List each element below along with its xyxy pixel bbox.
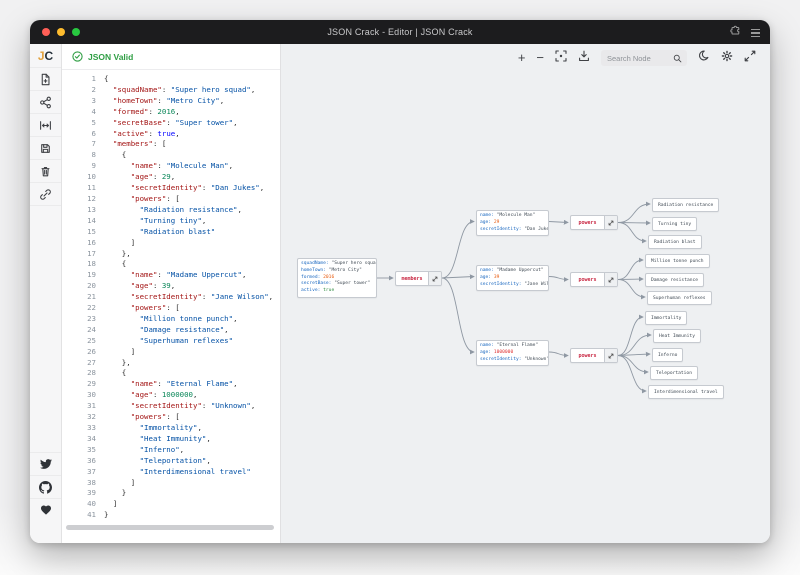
save-button[interactable] [30, 137, 61, 160]
minimize-window-button[interactable] [57, 28, 65, 36]
heart-icon [40, 505, 51, 515]
zoom-out-button[interactable]: − [536, 51, 544, 64]
new-document-icon [41, 73, 50, 85]
graph-node-leaf-11[interactable]: Interdimensional travel [648, 385, 724, 399]
collapse-icon [432, 276, 438, 281]
save-icon [41, 143, 50, 153]
share-icon [40, 96, 51, 108]
fit-width-button[interactable] [30, 114, 61, 137]
editor-status-bar: JSON Valid [62, 44, 280, 70]
graph-node-root[interactable]: squadName: "Super hero squad" homeTown: "… [297, 258, 377, 298]
delete-icon [41, 166, 50, 176]
node-label: members [401, 275, 423, 282]
graph-node-leaf-8[interactable]: Heat Immunity [653, 329, 701, 343]
search-icon [673, 54, 682, 62]
graph-node-leaf-1[interactable]: Radiation resistance [652, 198, 720, 212]
collapse-icon [608, 277, 614, 282]
new-document-button[interactable] [30, 68, 61, 91]
graph-node-members-0[interactable]: members [395, 271, 442, 286]
graph-toolbar: + − [518, 49, 756, 67]
search-node-box [601, 50, 687, 66]
link-icon [40, 188, 51, 200]
fit-width-icon [40, 120, 51, 130]
app-window: JSON Crack - Editor | JSON Crack JC JSON… [30, 20, 770, 543]
expand-icon [744, 50, 756, 62]
collapse-node-button[interactable] [428, 272, 441, 285]
share-button[interactable] [30, 91, 61, 114]
jsoncrack-logo[interactable]: JC [30, 44, 61, 68]
check-circle-icon [72, 51, 83, 62]
window-title: JSON Crack - Editor | JSON Crack [327, 27, 473, 37]
node-label: powers [578, 219, 597, 226]
json-source-text: { "squadName": "Super hero squad", "home… [104, 74, 274, 520]
search-node-input[interactable] [607, 53, 673, 63]
node-label: powers [578, 276, 597, 283]
graph-node-leaf-6[interactable]: Superhuman reflexes [647, 291, 712, 305]
graph-node-powers-3[interactable]: powers [570, 348, 618, 363]
collapse-node-button[interactable] [604, 349, 617, 362]
moon-icon [698, 50, 709, 61]
graph-node-member-3[interactable]: name: "Eternal Flame" age: 1000000 secretI… [476, 340, 549, 367]
graph-node-member-2[interactable]: name: "Madame Uppercut" age: 39 secretIden… [476, 265, 549, 292]
traffic-lights [42, 28, 80, 36]
graph-node-leaf-10[interactable]: Teleportation [650, 366, 698, 380]
graph-node-leaf-9[interactable]: Inferno [652, 348, 684, 362]
collapse-icon [608, 353, 614, 358]
graph-node-leaf-4[interactable]: Million tonne punch [645, 254, 710, 268]
dark-mode-toggle[interactable] [698, 49, 710, 67]
github-icon [39, 480, 52, 494]
focus-view-button[interactable] [555, 49, 567, 67]
graph-node-leaf-3[interactable]: Radiation blast [648, 235, 702, 249]
line-numbers: 1 2 3 4 5 6 7 8 9 10 11 12 13 14 15 16 1… [87, 74, 96, 520]
titlebar: JSON Crack - Editor | JSON Crack [30, 20, 770, 44]
json-code-editor[interactable]: 1 2 3 4 5 6 7 8 9 10 11 12 13 14 15 16 1… [62, 70, 280, 543]
editor-horizontal-scrollbar[interactable] [66, 525, 274, 530]
zoom-in-button[interactable]: + [518, 51, 526, 64]
graph-node-powers-1[interactable]: powers [570, 215, 618, 230]
graph-node-leaf-7[interactable]: Immortality [645, 311, 688, 325]
node-label: powers [578, 352, 597, 359]
zoom-window-button[interactable] [72, 28, 80, 36]
graph-node-leaf-2[interactable]: Turning tiny [652, 217, 698, 231]
editor-panel: JSON Valid 1 2 3 4 5 6 7 8 9 10 11 12 13… [62, 44, 281, 543]
graph-canvas[interactable]: squadName: "Super hero squad" homeTown: "… [281, 44, 770, 543]
close-window-button[interactable] [42, 28, 50, 36]
twitter-icon [39, 459, 52, 469]
gear-icon [721, 50, 733, 62]
collapse-node-button[interactable] [604, 273, 617, 286]
download-icon [579, 50, 589, 62]
github-link[interactable] [30, 475, 61, 498]
graph-node-leaf-5[interactable]: Damage resistance [645, 273, 705, 287]
collapse-node-button[interactable] [604, 216, 617, 229]
left-toolbar: JC [30, 44, 62, 543]
extensions-puzzle-icon[interactable] [729, 24, 741, 42]
collapse-icon [608, 220, 614, 225]
sponsor-link[interactable] [30, 498, 61, 521]
graph-node-member-1[interactable]: name: "Molecule Man" age: 29 secretIdentit… [476, 210, 549, 237]
fullscreen-button[interactable] [744, 49, 756, 67]
json-valid-label: JSON Valid [88, 51, 134, 62]
settings-button[interactable] [721, 49, 733, 67]
download-image-button[interactable] [578, 49, 590, 67]
copy-link-button[interactable] [30, 183, 61, 206]
focus-icon [555, 50, 567, 62]
twitter-link[interactable] [30, 452, 61, 475]
graph-node-powers-2[interactable]: powers [570, 272, 618, 287]
browser-menu-icon[interactable] [751, 27, 760, 39]
delete-button[interactable] [30, 160, 61, 183]
